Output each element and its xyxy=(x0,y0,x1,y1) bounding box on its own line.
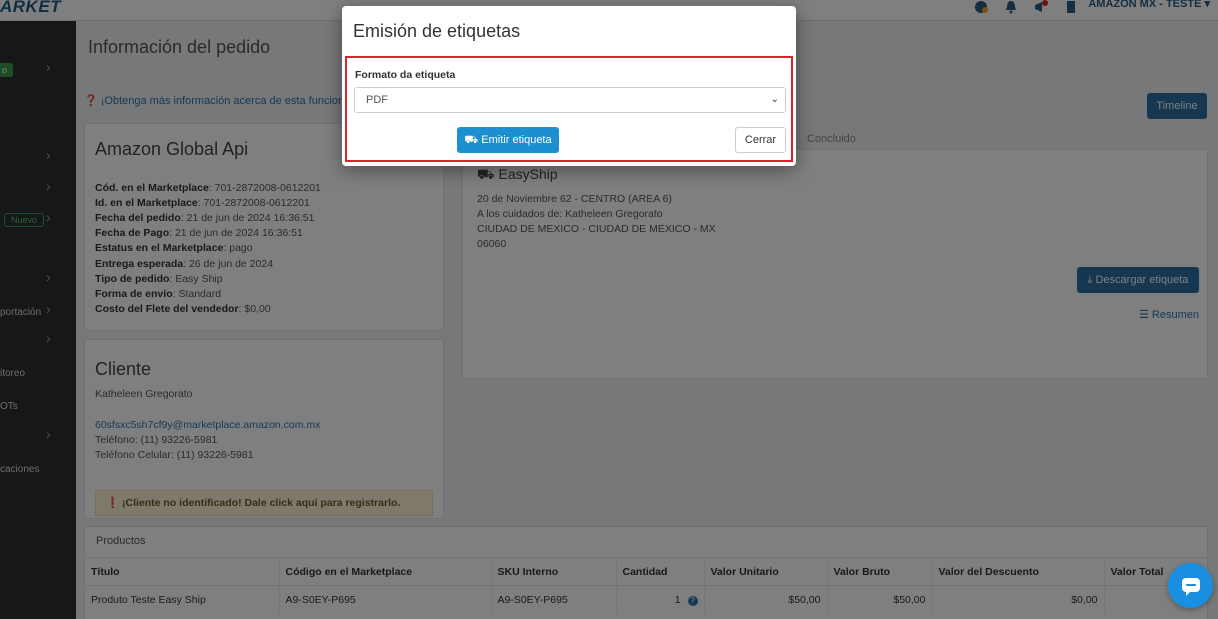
chat-widget-button[interactable] xyxy=(1168,563,1213,608)
format-select[interactable]: PDF ⌄ xyxy=(354,87,786,113)
close-button[interactable]: Cerrar xyxy=(735,127,786,153)
truck-icon: ⛟ xyxy=(464,134,479,146)
select-value: PDF xyxy=(366,94,388,106)
format-field-label: Formato da etiqueta xyxy=(355,69,456,81)
chat-icon xyxy=(1182,578,1200,596)
label-emission-modal: Emisión de etiquetas Formato da etiqueta… xyxy=(342,6,796,166)
chevron-down-icon: ⌄ xyxy=(770,94,779,105)
emit-label-button[interactable]: ⛟ Emitir etiqueta xyxy=(457,127,559,153)
modal-title: Emisión de etiquetas xyxy=(353,21,521,41)
modal-body: Formato da etiqueta PDF ⌄ ⛟ Emitir etiqu… xyxy=(347,58,791,160)
highlight-box: Formato da etiqueta PDF ⌄ ⛟ Emitir etiqu… xyxy=(345,56,793,162)
